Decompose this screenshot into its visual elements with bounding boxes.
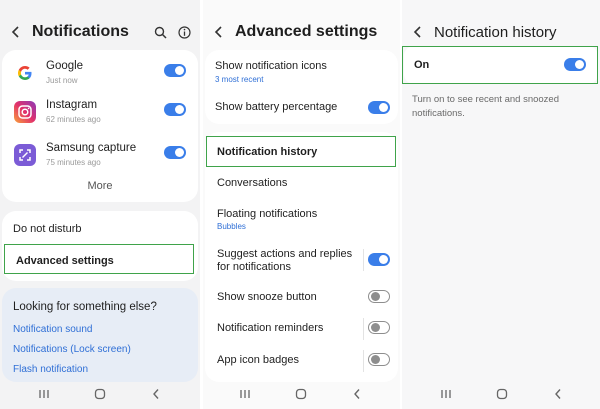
history-header: Notification history (402, 18, 600, 46)
instagram-toggle[interactable] (164, 103, 186, 116)
history-description: Turn on to see recent and snoozed notifi… (412, 94, 559, 119)
recents-icon[interactable] (38, 388, 50, 400)
battery-percentage-toggle[interactable] (368, 101, 390, 114)
google-icon (14, 62, 36, 84)
link-notifications-lock-screen[interactable]: Notifications (Lock screen) (13, 344, 131, 355)
notification-reminders-item[interactable]: Notification reminders (217, 322, 323, 334)
instagram-icon (14, 101, 36, 123)
notification-options-card: Notification history Conversations Float… (205, 132, 398, 382)
notifications-screen: Notifications Google Just now Instagram … (0, 0, 200, 409)
do-not-disturb-item[interactable]: Do not disturb (13, 223, 81, 235)
info-icon[interactable] (176, 24, 192, 40)
advanced-settings-screen: Advanced settings Show notification icon… (203, 0, 400, 409)
back-icon[interactable] (211, 24, 227, 40)
advanced-settings-highlight (4, 244, 194, 274)
app-time: 62 minutes ago (46, 115, 101, 124)
samsung-capture-icon (14, 144, 36, 166)
more-button[interactable]: More (2, 180, 198, 192)
notifications-header: Notifications (0, 18, 200, 46)
navigation-bar (0, 379, 200, 409)
navigation-bar (402, 379, 600, 409)
suggest-actions-toggle[interactable] (368, 253, 390, 266)
back-icon[interactable] (410, 24, 426, 40)
link-flash-notification[interactable]: Flash notification (13, 364, 88, 375)
recents-icon[interactable] (440, 388, 452, 400)
navigation-bar (203, 379, 400, 409)
app-row-google[interactable]: Google Just now (2, 58, 198, 100)
suggest-actions-item-line2: for notifications (217, 261, 291, 273)
app-name: Samsung capture (46, 142, 137, 154)
app-icon-badges-item[interactable]: App icon badges (217, 354, 299, 366)
show-notification-icons-value: 3 most recent (215, 75, 264, 84)
app-name: Google (46, 60, 84, 72)
google-toggle[interactable] (164, 64, 186, 77)
looking-for-card: Looking for something else? Notification… (2, 288, 198, 382)
back-icon[interactable] (351, 388, 363, 400)
samsung-capture-toggle[interactable] (164, 146, 186, 159)
back-icon[interactable] (552, 388, 564, 400)
conversations-item[interactable]: Conversations (217, 177, 287, 189)
home-icon[interactable] (94, 388, 106, 400)
show-snooze-button-item[interactable]: Show snooze button (217, 291, 317, 303)
search-icon[interactable] (152, 24, 168, 40)
app-name: Instagram (46, 99, 98, 111)
home-icon[interactable] (295, 388, 307, 400)
recents-icon[interactable] (239, 388, 251, 400)
show-battery-percentage-item[interactable]: Show battery percentage (215, 101, 337, 113)
status-bar-card: Show notification icons 3 most recent Sh… (205, 50, 398, 124)
show-notification-icons-item[interactable]: Show notification icons (215, 60, 327, 72)
app-time: Just now (46, 76, 78, 85)
page-title: Advanced settings (235, 23, 378, 40)
app-row-instagram[interactable]: Instagram 62 minutes ago (2, 97, 198, 139)
notification-history-highlight (206, 136, 396, 167)
advanced-header: Advanced settings (203, 18, 400, 46)
recent-apps-card: Google Just now Instagram 62 minutes ago… (2, 50, 198, 202)
notification-history-screen: Notification history On Turn on to see r… (402, 0, 600, 409)
app-row-samsung-capture[interactable]: Samsung capture 75 minutes ago (2, 140, 198, 182)
floating-notifications-item[interactable]: Floating notifications (217, 208, 317, 220)
app-time: 75 minutes ago (46, 158, 101, 167)
floating-notifications-value: Bubbles (217, 222, 246, 231)
app-icon-badges-toggle[interactable] (368, 353, 390, 366)
page-title: Notifications (32, 23, 129, 40)
on-switch-highlight (402, 46, 598, 84)
back-icon[interactable] (8, 24, 24, 40)
looking-title: Looking for something else? (13, 301, 157, 313)
panel-separator (200, 0, 202, 409)
link-notification-sound[interactable]: Notification sound (13, 324, 93, 335)
suggest-actions-item[interactable]: Suggest actions and replies (217, 248, 352, 260)
back-icon[interactable] (150, 388, 162, 400)
snooze-button-toggle[interactable] (368, 290, 390, 303)
page-title: Notification history (434, 23, 557, 41)
home-icon[interactable] (496, 388, 508, 400)
notification-reminders-toggle[interactable] (368, 321, 390, 334)
